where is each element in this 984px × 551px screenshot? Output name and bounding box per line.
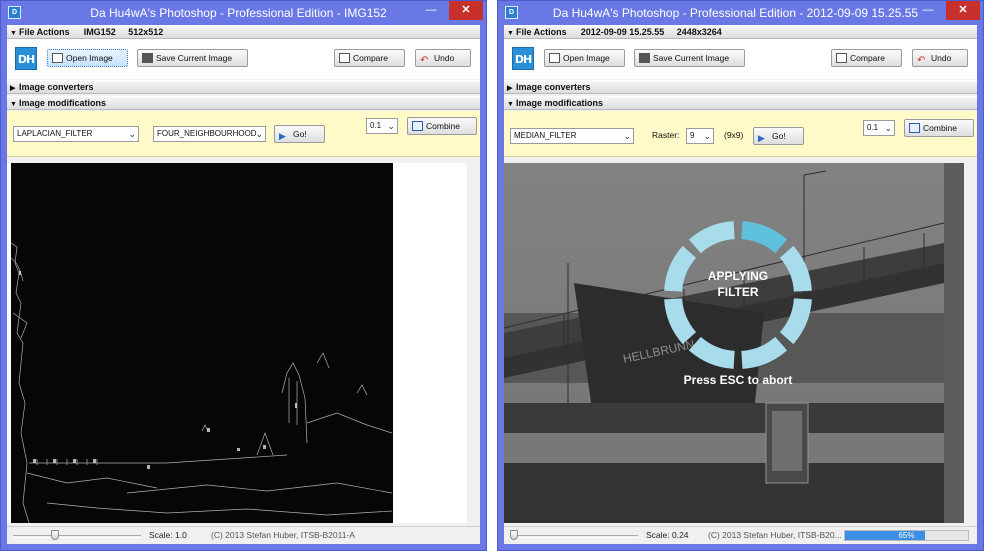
scale-label: Scale: 0.24: [646, 530, 689, 540]
combine-icon: [412, 121, 423, 131]
image-modifications-header[interactable]: ▼ Image modifications: [7, 96, 480, 110]
chevron-down-icon: ⌄: [128, 129, 136, 139]
save-icon: [639, 53, 650, 63]
scale-label: Scale: 1.0: [149, 530, 187, 540]
filter-select[interactable]: MEDIAN_FILTER ⌄: [510, 128, 634, 144]
expand-arrow-icon: ▶: [10, 85, 16, 92]
spinner-icon: [664, 221, 812, 369]
open-image-button[interactable]: Open Image: [544, 49, 625, 67]
edge-image: [10, 163, 393, 523]
app-icon[interactable]: D: [8, 6, 21, 19]
collapse-arrow-icon: ▼: [507, 30, 514, 37]
undo-icon: ↶: [917, 55, 926, 66]
raster-label: Raster:: [652, 130, 680, 140]
title-bar: D Da Hu4wA's Photoshop - Professional Ed…: [1, 1, 486, 25]
combine-button[interactable]: Combine: [904, 119, 974, 137]
collapse-arrow-icon: ▼: [10, 101, 17, 108]
copyright-text: (C) 2013 Stefan Huber, ITSB-B20...: [708, 530, 842, 540]
file-actions-header[interactable]: ▼ File Actions 2012-09-09 15.25.55 2448x32…: [504, 25, 977, 39]
zoom-slider-track[interactable]: [13, 535, 141, 538]
app-logo: DH: [512, 47, 534, 70]
client-area: ▼ File Actions IMG152 512x512 DH Open Imag…: [7, 25, 480, 544]
minimize-button[interactable]: —: [916, 1, 940, 20]
zoom-slider-track[interactable]: [510, 535, 638, 538]
right-app-window: D Da Hu4wA's Photoshop - Professional Ed…: [497, 0, 984, 551]
compare-icon: [836, 53, 847, 63]
window-title: Da Hu4wA's Photoshop - Professional Edit…: [552, 6, 919, 20]
file-actions-panel: DH Open Image Save Current Image Compare…: [7, 39, 480, 79]
save-icon: [142, 53, 153, 63]
chevron-down-icon: ⌄: [623, 131, 631, 141]
applying-filter-text: APPLYING FILTER: [707, 269, 769, 299]
chevron-down-icon: ⌄: [387, 121, 395, 131]
save-image-button[interactable]: Save Current Image: [634, 49, 745, 67]
file-actions-panel: DH Open Image Save Current Image Compare…: [504, 39, 977, 79]
spinner-segment: [688, 336, 735, 369]
chevron-down-icon: ⌄: [703, 131, 711, 141]
open-image-button[interactable]: Open Image: [47, 49, 128, 67]
client-area: ▼ File Actions 2012-09-09 15.25.55 2448x32…: [504, 25, 977, 544]
expand-arrow-icon: ▶: [507, 85, 513, 92]
collapse-arrow-icon: ▼: [10, 30, 17, 37]
compare-icon: [339, 53, 350, 63]
compare-button[interactable]: Compare: [334, 49, 405, 67]
image-modifications-header[interactable]: ▼ Image modifications: [504, 96, 977, 110]
undo-icon: ↶: [420, 55, 429, 66]
image-modifications-panel: LAPLACIAN_FILTER ⌄ FOUR_NEIGHBOURHOOD ⌄ ▶ G…: [7, 111, 480, 157]
progress-bar: 65%: [844, 530, 969, 541]
copyright-text: (C) 2013 Stefan Huber, ITSB-B2011-A: [211, 530, 355, 540]
app-logo: DH: [15, 47, 37, 70]
combine-icon: [909, 123, 920, 133]
image-modifications-panel: MEDIAN_FILTER ⌄ Raster: 9 ⌄ (9x9) ▶ Go! 0.1…: [504, 111, 977, 157]
collapse-arrow-icon: ▼: [507, 101, 514, 108]
spinner-segment: [741, 221, 788, 254]
image-canvas[interactable]: ▲ ▼: [7, 163, 467, 523]
file-actions-header[interactable]: ▼ File Actions IMG152 512x512: [7, 25, 480, 39]
go-icon: ▶: [758, 133, 765, 143]
title-bar: D Da Hu4wA's Photoshop - Professional Ed…: [498, 1, 983, 25]
neighbourhood-select[interactable]: FOUR_NEIGHBOURHOOD ⌄: [153, 126, 266, 142]
spinner-segment: [664, 298, 697, 345]
spinner-segment: [741, 336, 788, 369]
combine-button[interactable]: Combine: [407, 117, 477, 135]
zoom-slider-thumb[interactable]: [510, 530, 518, 540]
undo-button[interactable]: ↶ Undo: [912, 49, 968, 67]
window-title: Da Hu4wA's Photoshop - Professional Edit…: [90, 6, 387, 20]
progress-text: 65%: [898, 531, 915, 540]
close-button[interactable]: ✕: [449, 1, 483, 20]
image-converters-header[interactable]: ▶ Image converters: [7, 80, 480, 94]
amount-select[interactable]: 0.1 ⌄: [863, 120, 895, 136]
undo-button[interactable]: ↶ Undo: [415, 49, 471, 67]
go-button[interactable]: ▶ Go!: [753, 127, 804, 145]
abort-hint: Press ESC to abort: [683, 373, 793, 387]
open-folder-icon: [52, 53, 63, 63]
left-app-window: D Da Hu4wA's Photoshop - Professional Ed…: [0, 0, 487, 551]
go-button[interactable]: ▶ Go!: [274, 125, 325, 143]
minimize-button[interactable]: —: [419, 1, 443, 20]
compare-button[interactable]: Compare: [831, 49, 902, 67]
raster-size-text: (9x9): [724, 130, 744, 140]
status-bar: Scale: 0.24 (C) 2013 Stefan Huber, ITSB-…: [504, 526, 977, 544]
image-info: IMG152 512x512: [83, 27, 164, 37]
app-icon[interactable]: D: [505, 6, 518, 19]
image-canvas[interactable]: HELLBRUNN APPLYING FILTER Press ESC to a…: [504, 163, 964, 523]
open-folder-icon: [549, 53, 560, 63]
go-icon: ▶: [279, 131, 286, 141]
close-button[interactable]: ✕: [946, 1, 980, 20]
chevron-down-icon: ⌄: [884, 123, 892, 133]
amount-select[interactable]: 0.1 ⌄: [366, 118, 398, 134]
filter-select[interactable]: LAPLACIAN_FILTER ⌄: [13, 126, 139, 142]
image-info: 2012-09-09 15.25.55 2448x3264: [580, 27, 722, 37]
spinner-segment: [688, 221, 735, 254]
save-image-button[interactable]: Save Current Image: [137, 49, 248, 67]
chevron-down-icon: ⌄: [255, 129, 263, 139]
status-bar: Scale: 1.0 (C) 2013 Stefan Huber, ITSB-B…: [7, 526, 480, 544]
spinner-segment: [779, 298, 812, 345]
image-converters-header[interactable]: ▶ Image converters: [504, 80, 977, 94]
zoom-slider-thumb[interactable]: [51, 530, 59, 540]
raster-select[interactable]: 9 ⌄: [686, 128, 714, 144]
